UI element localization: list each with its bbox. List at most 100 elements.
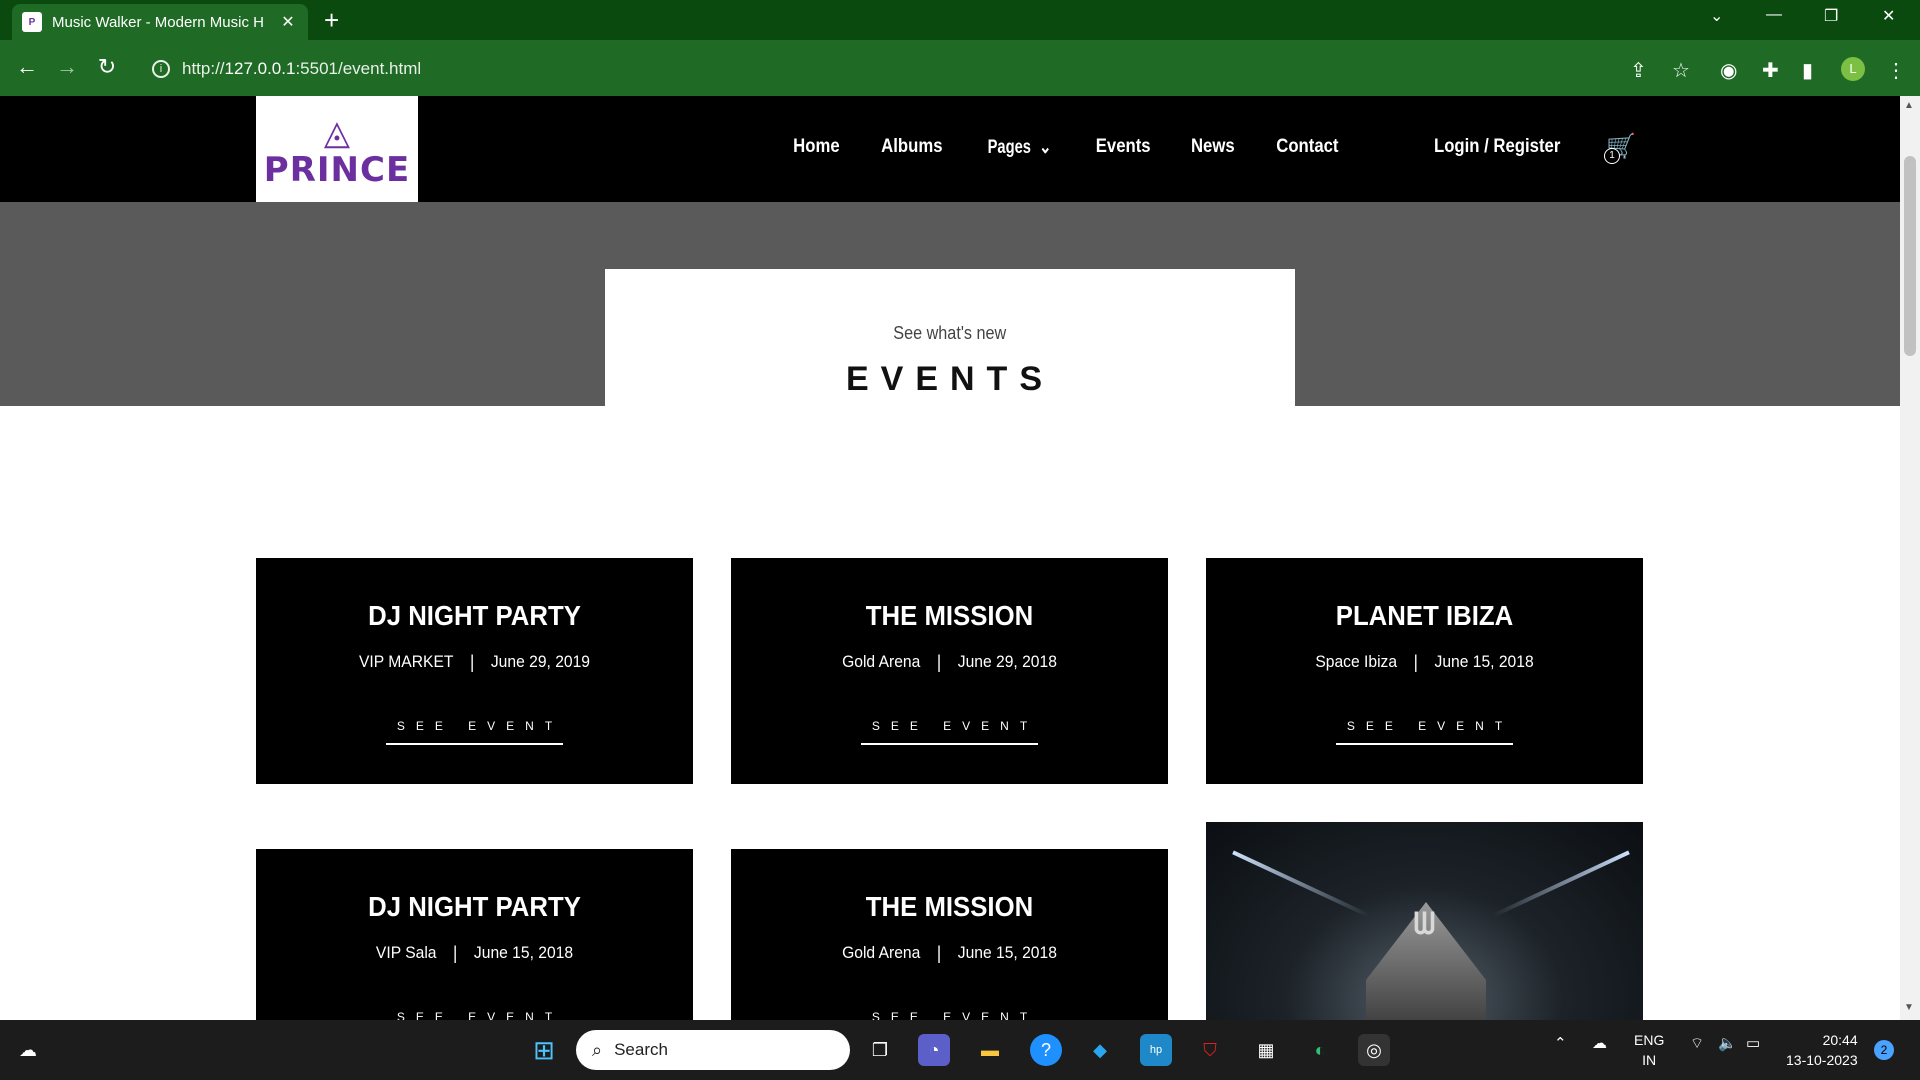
tray-chevron-icon[interactable]: ⌃ (1554, 1034, 1567, 1052)
event-name: DJ NIGHT PARTY (368, 891, 581, 922)
event-card[interactable]: PLANET IBIZA Space Ibiza | June 15, 2018 S… (1206, 558, 1643, 784)
login-register-link[interactable]: Login / Register (1434, 136, 1560, 158)
event-card[interactable]: DJ NIGHT PARTY VIP MARKET | June 29, 2019 … (256, 558, 693, 784)
page-title: EVENTS (845, 360, 1055, 398)
onedrive-icon[interactable]: ☁ (1592, 1034, 1607, 1052)
volume-icon[interactable]: 🔈 (1718, 1034, 1737, 1052)
vscode-icon[interactable]: ◆ (1084, 1034, 1116, 1066)
site-info-icon[interactable]: i (152, 60, 170, 78)
event-card[interactable]: DJ NIGHT PARTY VIP Sala | June 15, 2018 SE… (256, 849, 693, 1020)
url-input[interactable]: i http://127.0.0.1:5501/event.html (138, 49, 1668, 89)
share-icon[interactable]: ⇪ (1630, 58, 1647, 83)
aw-logo-icon: ᗯ (1413, 908, 1436, 941)
side-panel-icon[interactable]: ▮ (1802, 58, 1813, 83)
edge-icon[interactable]: ◐ (1304, 1034, 1336, 1066)
event-venue: Gold Arena (842, 652, 921, 671)
scroll-up-icon[interactable]: ▲ (1904, 100, 1914, 111)
divider: | (1413, 652, 1418, 672)
help-icon[interactable]: ? (1030, 1034, 1062, 1066)
lang-code: ENG (1634, 1032, 1665, 1048)
mcafee-icon[interactable]: ⛉ (1194, 1034, 1226, 1066)
tab-search-chevron-icon[interactable]: ⌄ (1710, 6, 1723, 26)
event-name: THE MISSION (865, 600, 1034, 631)
extension-icon[interactable]: ◉ (1720, 58, 1737, 83)
start-icon[interactable]: ⊞ (528, 1034, 560, 1066)
minimize-button[interactable]: — (1766, 6, 1782, 24)
event-name: DJ NIGHT PARTY (368, 600, 581, 631)
event-name: PLANET IBIZA (1335, 600, 1514, 631)
divider: | (936, 943, 942, 963)
notification-badge[interactable]: 2 (1874, 1040, 1894, 1060)
nav-home[interactable]: Home (793, 136, 839, 159)
see-event-button[interactable]: SEE EVENT (386, 1010, 563, 1020)
profile-avatar[interactable]: L (1841, 57, 1865, 81)
event-date: June 29, 2018 (957, 652, 1057, 671)
nav-news[interactable]: News (1191, 136, 1235, 159)
taskbar-search[interactable]: ⌕ Search (576, 1030, 850, 1070)
site-favicon-icon: P (22, 12, 42, 32)
bookmark-star-icon[interactable]: ☆ (1672, 58, 1690, 83)
language-indicator[interactable]: ENG IN (1634, 1030, 1664, 1070)
browser-tab-strip: P Music Walker - Modern Music H ✕ + ⌄ — … (0, 0, 1920, 40)
event-date: June 15, 2018 (957, 943, 1057, 962)
chrome-icon[interactable]: ◎ (1358, 1034, 1390, 1066)
see-event-button[interactable]: SEE EVENT (860, 719, 1039, 745)
main-nav: Home Albums Pages ⌄ Events News Contact (790, 136, 1342, 159)
event-date: June 15, 2018 (1434, 652, 1534, 671)
event-date: June 15, 2018 (473, 943, 574, 962)
clock-date: 13-10-2023 (1786, 1052, 1858, 1068)
reload-button[interactable]: ↻ (92, 54, 122, 80)
nav-pages-label: Pages (988, 137, 1032, 158)
extensions-puzzle-icon[interactable]: ✚ (1762, 58, 1779, 83)
event-venue: Space Ibiza (1315, 652, 1398, 671)
file-explorer-icon[interactable]: ▬ (974, 1034, 1006, 1066)
store-icon[interactable]: ▦ (1250, 1034, 1282, 1066)
cart-count-badge: 1 (1604, 148, 1620, 164)
event-card[interactable]: THE MISSION Gold Arena | June 15, 2018 SEE… (731, 849, 1168, 1020)
myhp-icon[interactable]: hp (1140, 1034, 1172, 1066)
eye-logo-icon: ◬ (323, 114, 351, 152)
logo-text: PRINCE (263, 150, 411, 190)
see-event-button[interactable]: SEE EVENT (861, 1010, 1038, 1020)
nav-events[interactable]: Events (1095, 136, 1150, 159)
nav-pages[interactable]: Pages ⌄ (985, 136, 1053, 159)
teams-chat-icon[interactable]: ◔ (918, 1034, 950, 1066)
clock-time: 20:44 (1822, 1032, 1858, 1048)
browser-tab-active[interactable]: P Music Walker - Modern Music H ✕ (12, 4, 308, 40)
task-view-icon[interactable]: ❐ (864, 1034, 896, 1066)
chevron-down-icon: ⌄ (1039, 137, 1053, 158)
nav-albums[interactable]: Albums (881, 136, 942, 159)
page-scrollbar[interactable]: ▲ ▼ (1900, 96, 1920, 1020)
forward-button[interactable]: → (52, 54, 82, 80)
wifi-icon[interactable]: ⌔ (1690, 1034, 1704, 1053)
see-event-button[interactable]: SEE EVENT (385, 719, 564, 745)
new-tab-button[interactable]: + (324, 6, 339, 34)
back-button[interactable]: ← (12, 54, 42, 80)
scrollbar-thumb[interactable] (1904, 156, 1916, 356)
nav-contact[interactable]: Contact (1276, 136, 1338, 159)
divider: | (469, 652, 475, 672)
event-card[interactable]: THE MISSION Gold Arena | June 29, 2018 SEE… (731, 558, 1168, 784)
search-icon: ⌕ (592, 1039, 603, 1060)
event-photo[interactable]: ᗯ (1206, 822, 1643, 1020)
close-window-button[interactable]: ✕ (1882, 6, 1895, 26)
divider: | (936, 652, 942, 672)
weather-icon[interactable]: ☁ (12, 1034, 44, 1066)
lang-region: IN (1642, 1052, 1657, 1068)
tab-close-icon[interactable]: ✕ (278, 12, 298, 32)
menu-kebab-icon[interactable]: ⋮ (1886, 58, 1906, 83)
page-viewport: ◬ PRINCE Home Albums Pages ⌄ Events News… (0, 96, 1900, 1020)
event-venue: VIP MARKET (358, 652, 454, 671)
restore-button[interactable]: ❐ (1824, 6, 1838, 26)
see-event-button[interactable]: SEE EVENT (1335, 719, 1514, 745)
cart-icon[interactable]: 🛒 1 (1604, 132, 1636, 164)
url-host: 127.0.0.1 (224, 59, 296, 78)
event-venue: VIP Sala (375, 943, 437, 962)
battery-icon[interactable]: ▭ (1746, 1034, 1760, 1052)
clock[interactable]: 20:44 13-10-2023 (1786, 1030, 1858, 1070)
site-logo[interactable]: ◬ PRINCE (256, 96, 418, 210)
scroll-down-icon[interactable]: ▼ (1904, 1002, 1914, 1013)
page-title-card: See what's new EVENTS (605, 269, 1295, 406)
event-name: THE MISSION (865, 891, 1034, 922)
url-prefix: http:// (182, 59, 225, 78)
